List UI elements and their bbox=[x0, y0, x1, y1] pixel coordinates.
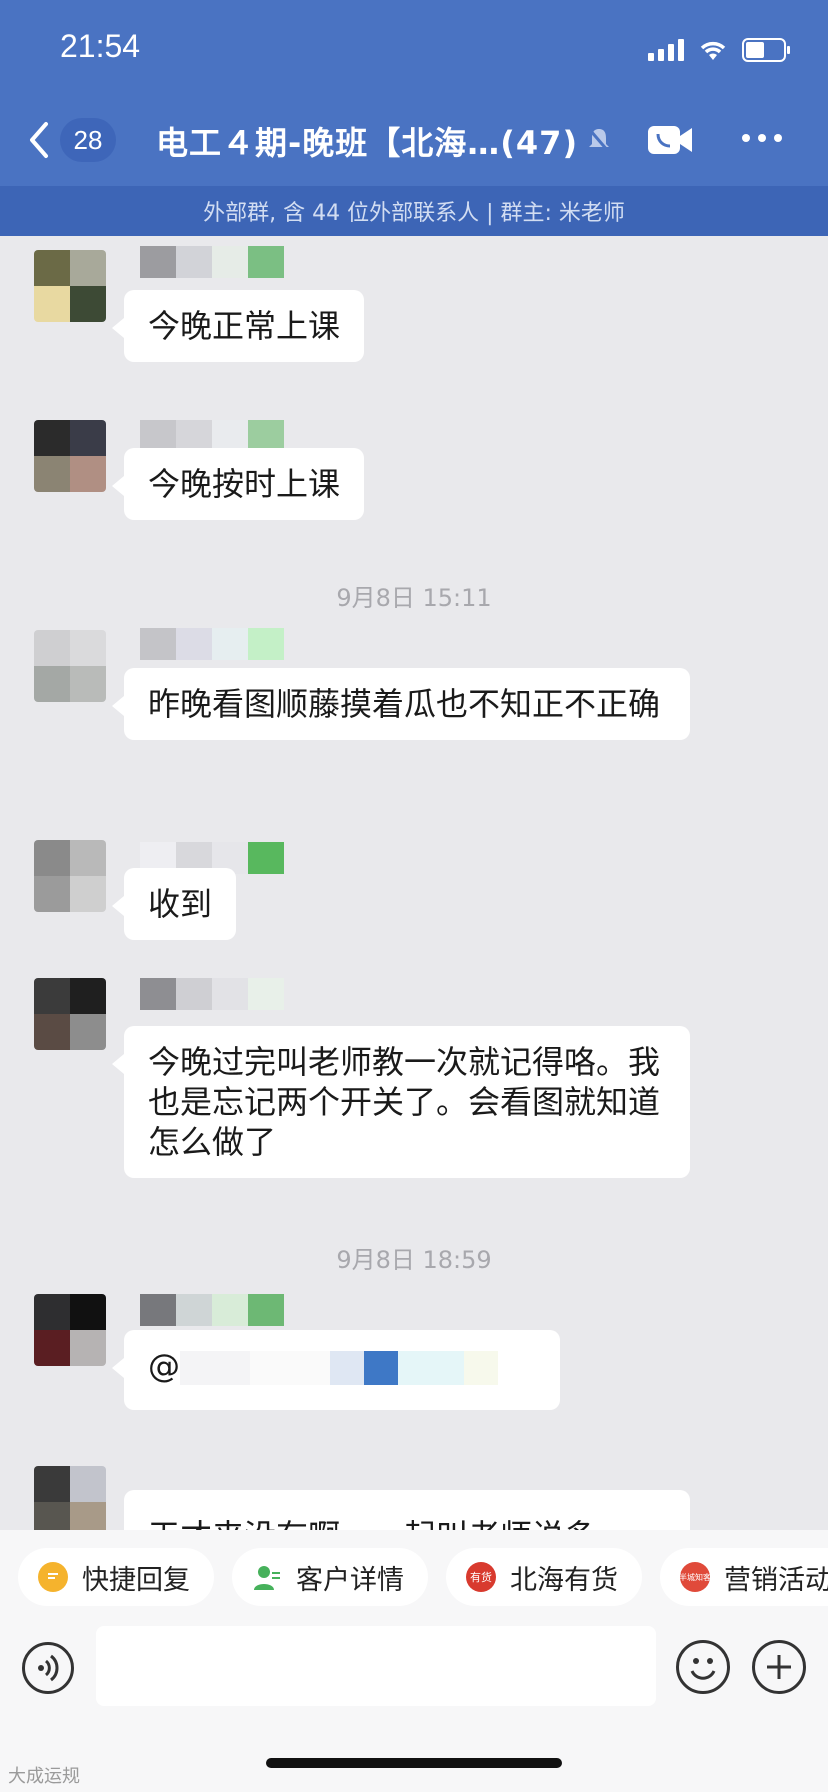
unread-badge[interactable]: 28 bbox=[60, 118, 116, 162]
avatar[interactable] bbox=[34, 630, 106, 702]
customer-icon bbox=[252, 1562, 282, 1592]
input-row bbox=[0, 1626, 828, 1706]
message-bubble[interactable]: @ bbox=[112, 1330, 560, 1410]
video-call-icon[interactable] bbox=[646, 122, 694, 162]
chip-label: 营销活动 bbox=[724, 1564, 828, 1596]
status-icons bbox=[648, 38, 792, 62]
blurred-text bbox=[364, 1351, 398, 1385]
watermark: 大成运规 bbox=[8, 1766, 80, 1787]
quick-reply-icon bbox=[38, 1562, 68, 1592]
back-chevron-icon[interactable] bbox=[24, 118, 52, 162]
timestamp: 9月8日 18:59 bbox=[336, 1246, 492, 1274]
blurred-text bbox=[250, 1351, 330, 1385]
chat-title: 电工４期-晚班【北海…(47) bbox=[156, 124, 579, 162]
message-input[interactable] bbox=[96, 1626, 656, 1706]
avatar[interactable] bbox=[34, 1294, 106, 1366]
blurred-text bbox=[180, 1351, 250, 1385]
sender-name-blurred bbox=[140, 978, 284, 1010]
quick-reply-button[interactable]: 快捷回复 bbox=[18, 1548, 214, 1606]
battery-icon bbox=[742, 38, 792, 62]
avatar[interactable] bbox=[34, 840, 106, 912]
avatar[interactable] bbox=[34, 978, 106, 1050]
sender-name-blurred bbox=[140, 1294, 284, 1326]
blurred-text bbox=[398, 1351, 464, 1385]
chat-list[interactable]: 今晚正常上课 今晚按时上课 9月8日 15:11 昨晚看图顺藤摸着瓜也不知正不正… bbox=[0, 236, 828, 1530]
quick-actions-bar: 快捷回复 客户详情 有货 北海有货 半城知客 营销活动 bbox=[0, 1548, 828, 1608]
marketing-icon: 半城知客 bbox=[679, 1562, 711, 1592]
home-indicator bbox=[266, 1758, 562, 1768]
chip-label: 快捷回复 bbox=[82, 1564, 190, 1596]
nav-bar: 28 电工４期-晚班【北海…(47) bbox=[0, 104, 828, 176]
blurred-text bbox=[464, 1351, 498, 1385]
sender-name-blurred bbox=[140, 246, 284, 278]
sender-name-blurred bbox=[140, 628, 284, 660]
message-bubble[interactable]: 今晚正常上课 bbox=[111, 290, 365, 362]
message-bubble[interactable]: 天才来没有啊，一起叫老师说多一 bbox=[124, 1490, 690, 1530]
more-icon[interactable] bbox=[742, 134, 782, 142]
mute-bell-icon bbox=[586, 126, 612, 158]
avatar[interactable] bbox=[34, 250, 106, 322]
plus-icon[interactable] bbox=[752, 1640, 806, 1694]
message-bubble[interactable]: 今晚按时上课 bbox=[111, 448, 365, 520]
mention-text: @ bbox=[148, 1347, 180, 1385]
message-bubble[interactable]: 收到 bbox=[111, 868, 237, 940]
message-bubble[interactable]: 昨晚看图顺藤摸着瓜也不知正不正确 bbox=[112, 668, 690, 740]
signal-icon bbox=[648, 39, 684, 61]
chip-label: 北海有货 bbox=[510, 1564, 618, 1596]
timestamp: 9月8日 15:11 bbox=[336, 584, 492, 612]
bottom-toolbar: 快捷回复 客户详情 有货 北海有货 半城知客 营销活动 大成运规 bbox=[0, 1530, 828, 1792]
group-info-subtitle[interactable]: 外部群, 含 44 位外部联系人 | 群主: 米老师 bbox=[0, 186, 828, 236]
status-time: 21:54 bbox=[60, 28, 141, 64]
wifi-icon bbox=[698, 39, 728, 61]
avatar[interactable] bbox=[34, 420, 106, 492]
store-goods-button[interactable]: 有货 北海有货 bbox=[446, 1548, 642, 1606]
blurred-text bbox=[330, 1351, 364, 1385]
avatar[interactable] bbox=[34, 1466, 106, 1530]
store-icon: 有货 bbox=[466, 1562, 496, 1592]
voice-input-icon[interactable] bbox=[22, 1642, 74, 1694]
top-bar: 21:54 28 电工４期-晚班【北海…(47) 外部群, 含 44 位外部联系… bbox=[0, 0, 828, 236]
emoji-icon[interactable] bbox=[676, 1640, 730, 1694]
customer-details-button[interactable]: 客户详情 bbox=[232, 1548, 428, 1606]
marketing-button[interactable]: 半城知客 营销活动 bbox=[660, 1548, 828, 1606]
message-bubble[interactable]: 今晚过完叫老师教一次就记得咯。我也是忘记两个开关了。会看图就知道怎么做了 bbox=[112, 1026, 690, 1178]
chip-label: 客户详情 bbox=[296, 1564, 404, 1596]
